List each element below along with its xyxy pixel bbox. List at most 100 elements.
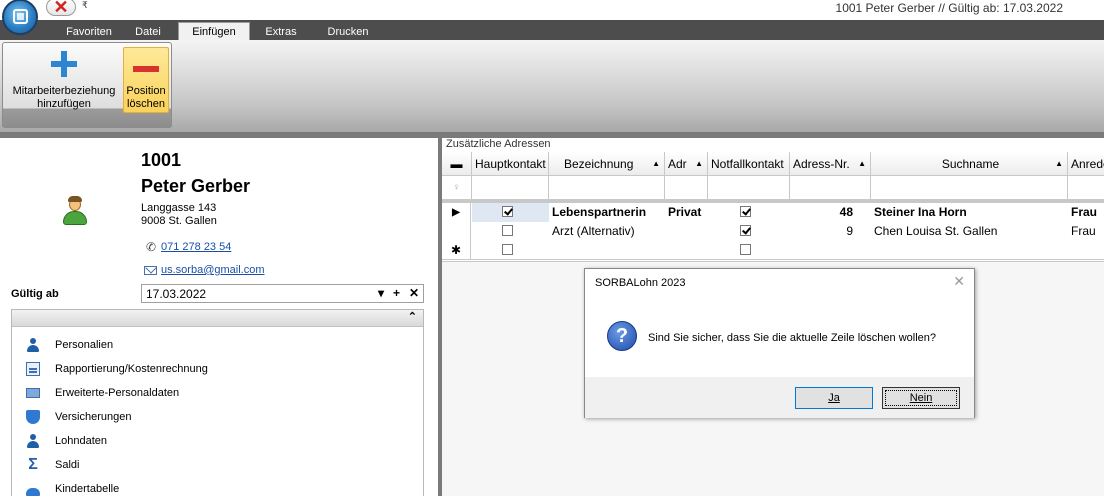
dialog-message: Sind Sie sicher, dass Sie die aktuelle Z…: [648, 332, 936, 344]
column-header-bezeichnung[interactable]: Bezeichnung ▲: [549, 152, 665, 176]
quick-access-close-button[interactable]: ✕: [46, 0, 76, 17]
filter-cell[interactable]: [708, 176, 790, 200]
navigation-panel-header: ⌃: [12, 310, 423, 327]
table-row[interactable]: Arzt (Alternativ) 9 Chen Louisa St. Gall…: [442, 222, 1104, 241]
tab-drucken[interactable]: Drucken: [316, 24, 380, 40]
column-header-adr[interactable]: Adr ▲: [665, 152, 708, 176]
filter-cell[interactable]: [549, 176, 665, 200]
sort-ascending-icon: ▲: [695, 159, 703, 168]
phone-icon: ✆: [146, 240, 157, 254]
ribbon: Mitarbeiterbeziehung hinzufügen Position…: [0, 40, 1104, 132]
adress-nr-cell[interactable]: 9: [790, 222, 856, 241]
adress-nr-cell[interactable]: 48: [790, 203, 856, 222]
checkbox-unchecked[interactable]: [502, 225, 513, 237]
notfall-checkbox-cell[interactable]: [708, 241, 790, 260]
nav-item-label: Saldi: [55, 459, 80, 471]
ribbon-tab-strip: Favoriten Datei Einfügen Extras Drucken: [0, 20, 1104, 40]
mail-icon: [144, 266, 157, 275]
confirm-dialog: SORBALohn 2023 ✕ ? Sind Sie sicher, dass…: [584, 268, 975, 418]
sigma-icon: Σ: [28, 456, 38, 473]
valid-from-dropdown-icon[interactable]: ▾: [378, 286, 384, 300]
yes-button[interactable]: Ja: [795, 387, 873, 409]
valid-from-label: Gültig ab: [11, 288, 59, 300]
valid-from-field[interactable]: 17.03.2022 ▾ + ✕: [141, 284, 424, 303]
no-button[interactable]: Nein: [882, 387, 960, 409]
nav-item-rapportierung[interactable]: Rapportierung/Kostenrechnung: [12, 359, 423, 379]
row-indicator: [442, 222, 471, 241]
navigation-panel: ⌃ Personalien Rapportierung/Kostenrechnu…: [11, 309, 424, 496]
adr-cell[interactable]: Privat: [665, 203, 708, 222]
bezeichnung-cell[interactable]: Arzt (Alternativ): [549, 222, 665, 241]
checkbox-checked[interactable]: [502, 206, 513, 218]
column-header-hauptkontakt[interactable]: Hauptkontakt: [472, 152, 549, 176]
delete-position-button[interactable]: Position löschen: [123, 47, 169, 113]
filter-row: ♀: [442, 176, 1104, 200]
column-header-label: Bezeichnung: [564, 157, 634, 171]
column-header-adress-nr[interactable]: Adress-Nr. ▲: [790, 152, 871, 176]
tab-extras[interactable]: Extras: [256, 24, 306, 40]
nav-item-label: Erweiterte-Personaldaten: [55, 387, 180, 399]
employee-phone-link[interactable]: 071 278 23 54: [161, 241, 231, 253]
filter-cell[interactable]: [472, 176, 549, 200]
adr-cell[interactable]: [665, 222, 708, 241]
dialog-close-icon[interactable]: ✕: [953, 273, 965, 290]
collapse-icon[interactable]: ⌃: [408, 310, 417, 323]
valid-from-clear-icon[interactable]: ✕: [409, 286, 419, 300]
valid-from-value: 17.03.2022: [146, 287, 207, 301]
employee-avatar-icon: [62, 196, 88, 228]
employee-id: 1001: [141, 150, 182, 170]
nav-item-kindertabelle[interactable]: Kindertabelle: [12, 479, 423, 496]
nav-item-saldi[interactable]: Σ Saldi: [12, 455, 423, 475]
quick-access-dropdown-icon[interactable]: ₹: [82, 0, 88, 11]
add-employee-relation-button[interactable]: Mitarbeiterbeziehung hinzufügen: [6, 51, 122, 111]
nav-item-lohndaten[interactable]: Lohndaten: [12, 431, 423, 451]
nav-item-personalien[interactable]: Personalien: [12, 335, 423, 355]
nav-item-erweiterte-personaldaten[interactable]: Erweiterte-Personaldaten: [12, 383, 423, 403]
nav-item-label: Versicherungen: [55, 411, 132, 423]
delete-position-label-line1: Position: [126, 85, 166, 97]
checkbox-unchecked[interactable]: [502, 244, 513, 256]
report-icon: [26, 362, 40, 376]
tab-einfuegen[interactable]: Einfügen: [178, 22, 250, 40]
anrede-cell[interactable]: Frau: [1068, 222, 1104, 241]
column-header-label: Adr: [668, 157, 687, 171]
filter-cell[interactable]: [871, 176, 1068, 200]
filter-icon: ♀: [442, 176, 472, 200]
column-header-suchname[interactable]: Suchname ▲: [871, 152, 1068, 176]
table-row[interactable]: ▶ Lebenspartnerin Privat 48 Steiner Ina …: [442, 203, 1104, 222]
column-header-anrede[interactable]: Anrede: [1068, 152, 1104, 176]
employee-city: 9008 St. Gallen: [141, 215, 217, 227]
nav-item-versicherungen[interactable]: Versicherungen: [12, 407, 423, 427]
bezeichnung-cell[interactable]: Lebenspartnerin: [549, 203, 665, 222]
hauptkontakt-checkbox-cell[interactable]: [472, 222, 549, 241]
add-relation-label-line1: Mitarbeiterbeziehung: [12, 85, 116, 97]
question-icon: ?: [607, 321, 637, 351]
app-menu-button[interactable]: [2, 0, 38, 35]
notfall-checkbox-cell[interactable]: [708, 222, 790, 241]
anrede-cell[interactable]: Frau: [1068, 203, 1104, 222]
nav-item-label: Rapportierung/Kostenrechnung: [55, 363, 208, 375]
column-header-label: Adress-Nr.: [793, 157, 850, 171]
suchname-cell[interactable]: Chen Louisa St. Gallen: [871, 222, 1068, 241]
employee-email-link[interactable]: us.sorba@gmail.com: [161, 264, 264, 276]
valid-from-add-icon[interactable]: +: [393, 286, 400, 300]
notfall-checkbox-cell[interactable]: [708, 203, 790, 222]
hauptkontakt-checkbox-cell[interactable]: [472, 203, 549, 222]
row-indicator-header[interactable]: ▬: [442, 152, 472, 176]
tab-datei[interactable]: Datei: [126, 24, 170, 40]
filter-cell[interactable]: [665, 176, 708, 200]
column-header-label: Suchname: [941, 157, 1000, 171]
sort-ascending-icon: ▲: [652, 159, 660, 168]
column-header-notfallkontakt[interactable]: Notfallkontakt: [708, 152, 790, 176]
checkbox-checked[interactable]: [740, 225, 751, 237]
suchname-cell[interactable]: Steiner Ina Horn: [871, 203, 1068, 222]
hauptkontakt-checkbox-cell[interactable]: [472, 241, 549, 260]
filter-cell[interactable]: [790, 176, 871, 200]
checkbox-unchecked[interactable]: [740, 244, 751, 256]
employee-street: Langgasse 143: [141, 202, 217, 214]
new-row[interactable]: ✱: [442, 241, 1104, 260]
tab-favoriten[interactable]: Favoriten: [60, 24, 118, 40]
checkbox-checked[interactable]: [740, 206, 751, 218]
no-button-label: Nein: [909, 392, 933, 404]
id-card-icon: [26, 388, 40, 398]
